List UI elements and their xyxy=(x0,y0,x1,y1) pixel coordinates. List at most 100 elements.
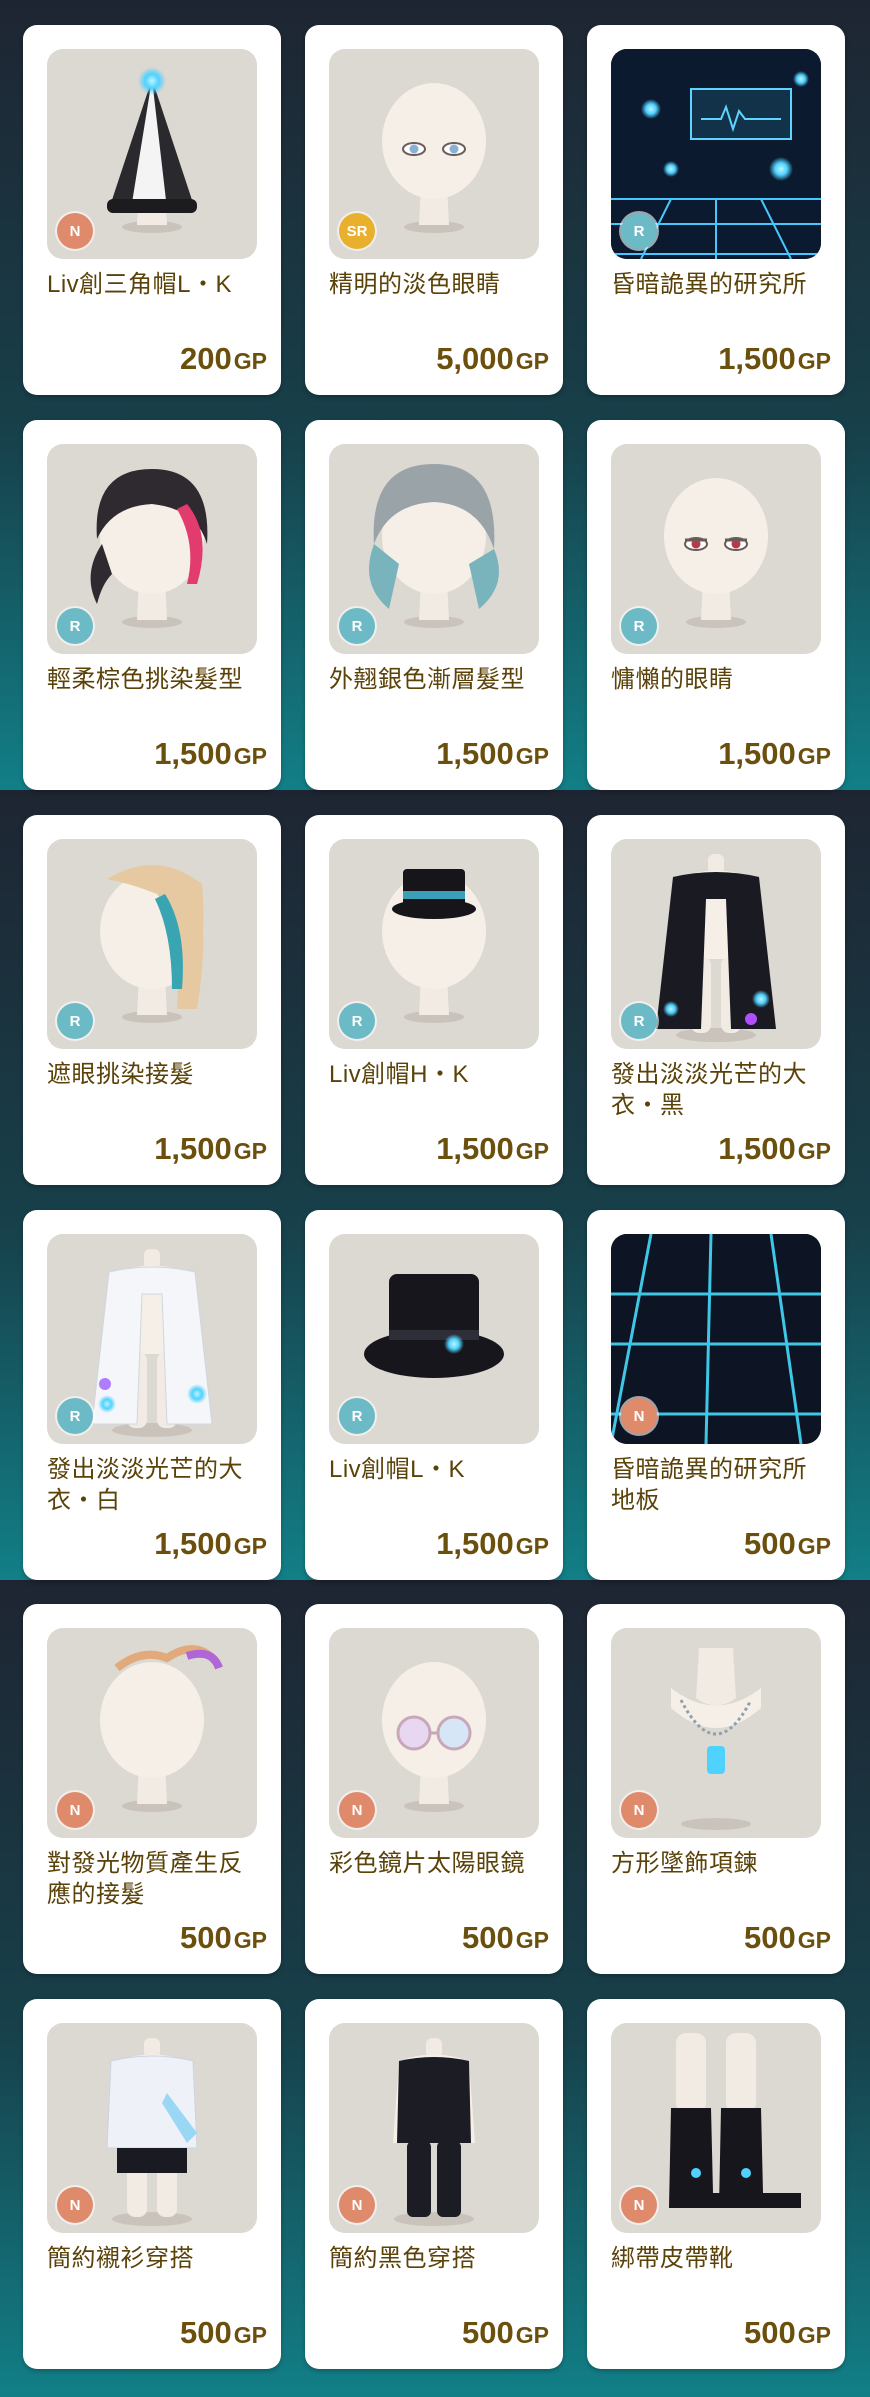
price-unit: GP xyxy=(233,2322,267,2348)
price-value: 500 xyxy=(462,1920,514,1955)
rarity-badge: N xyxy=(57,1792,93,1828)
shop-item-card[interactable]: N 對發光物質產生反應的接髮 500 GP xyxy=(23,1604,281,1974)
shop-item-card[interactable]: N 彩色鏡片太陽眼鏡 500 GP xyxy=(305,1604,563,1974)
item-thumbnail: SR xyxy=(329,49,539,259)
price-unit: GP xyxy=(515,1138,549,1164)
shop-item-card[interactable]: R 昏暗詭異的研究所 1,500 GP xyxy=(587,25,845,395)
item-price: 1,500 GP xyxy=(436,736,549,772)
item-thumbnail: R xyxy=(611,444,821,654)
item-price: 1,500 GP xyxy=(718,736,831,772)
shop-item-card[interactable]: N 綁帶皮帶靴 500 GP xyxy=(587,1999,845,2369)
item-price: 1,500 GP xyxy=(436,1131,549,1167)
price-unit: GP xyxy=(797,1927,831,1953)
shop-item-card[interactable]: R 遮眼挑染接髮 1,500 GP xyxy=(23,815,281,1185)
price-value: 500 xyxy=(744,1920,796,1955)
price-value: 1,500 xyxy=(154,1131,232,1166)
item-price: 1,500 GP xyxy=(154,1526,267,1562)
shop-item-card[interactable]: SR 精明的淡色眼睛 5,000 GP xyxy=(305,25,563,395)
item-name: 輕柔棕色挑染髮型 xyxy=(47,666,243,693)
item-thumbnail: N xyxy=(47,49,257,259)
price-unit: GP xyxy=(515,348,549,374)
shop-item-card[interactable]: R Liv創帽L・K 1,500 GP xyxy=(305,1210,563,1580)
price-value: 5,000 xyxy=(436,341,514,376)
price-value: 500 xyxy=(462,2315,514,2350)
shop-item-card[interactable]: N 簡約襯衫穿搭 500 GP xyxy=(23,1999,281,2369)
item-price: 200 GP xyxy=(180,341,267,377)
item-price: 500 GP xyxy=(744,2315,831,2351)
price-value: 500 xyxy=(180,1920,232,1955)
item-name: 簡約襯衫穿搭 xyxy=(47,2245,194,2272)
shop-item-card[interactable]: R 輕柔棕色挑染髮型 1,500 GP xyxy=(23,420,281,790)
price-unit: GP xyxy=(515,1927,549,1953)
item-name: 簡約黑色穿搭 xyxy=(329,2245,476,2272)
rarity-badge: R xyxy=(621,213,657,249)
shop-item-card[interactable]: R 外翹銀色漸層髮型 1,500 GP xyxy=(305,420,563,790)
item-name: 外翹銀色漸層髮型 xyxy=(329,666,525,693)
rarity-badge: R xyxy=(621,608,657,644)
price-value: 1,500 xyxy=(718,1131,796,1166)
rarity-badge: N xyxy=(621,2187,657,2223)
price-unit: GP xyxy=(515,2322,549,2348)
item-name: 對發光物質產生反應的接髮 xyxy=(47,1850,243,1908)
price-value: 500 xyxy=(744,1526,796,1561)
item-thumbnail: N xyxy=(611,1628,821,1838)
rarity-badge: N xyxy=(339,1792,375,1828)
rarity-badge: N xyxy=(57,2187,93,2223)
rarity-badge: R xyxy=(57,1003,93,1039)
price-value: 1,500 xyxy=(436,1131,514,1166)
price-unit: GP xyxy=(515,1533,549,1559)
price-unit: GP xyxy=(797,743,831,769)
price-unit: GP xyxy=(233,1138,267,1164)
item-price: 500 GP xyxy=(462,2315,549,2351)
price-value: 1,500 xyxy=(718,736,796,771)
shop-item-card[interactable]: N 方形墜飾項鍊 500 GP xyxy=(587,1604,845,1974)
price-unit: GP xyxy=(233,1927,267,1953)
item-price: 1,500 GP xyxy=(154,736,267,772)
item-name: Liv創三角帽L・K xyxy=(47,271,233,298)
price-value: 500 xyxy=(180,2315,232,2350)
item-price: 500 GP xyxy=(744,1920,831,1956)
price-unit: GP xyxy=(797,1533,831,1559)
item-name: 方形墜飾項鍊 xyxy=(611,1850,758,1877)
price-value: 1,500 xyxy=(718,341,796,376)
item-price: 500 GP xyxy=(180,2315,267,2351)
item-thumbnail: R xyxy=(47,839,257,1049)
item-name: 遮眼挑染接髮 xyxy=(47,1061,194,1088)
item-thumbnail: R xyxy=(329,839,539,1049)
rarity-badge: R xyxy=(339,1398,375,1434)
shop-item-card[interactable]: R 發出淡淡光芒的大衣・黑 1,500 GP xyxy=(587,815,845,1185)
rarity-badge: N xyxy=(621,1398,657,1434)
item-price: 1,500 GP xyxy=(718,341,831,377)
item-thumbnail: R xyxy=(47,444,257,654)
item-name: 慵懶的眼睛 xyxy=(611,666,734,693)
item-thumbnail: N xyxy=(611,1234,821,1444)
item-thumbnail: N xyxy=(47,2023,257,2233)
item-price: 1,500 GP xyxy=(436,1526,549,1562)
item-thumbnail: R xyxy=(611,49,821,259)
shop-item-card[interactable]: R Liv創帽H・K 1,500 GP xyxy=(305,815,563,1185)
rarity-badge: R xyxy=(339,1003,375,1039)
price-value: 1,500 xyxy=(154,1526,232,1561)
rarity-badge: R xyxy=(621,1003,657,1039)
rarity-badge: N xyxy=(339,2187,375,2223)
shop-item-card[interactable]: R 慵懶的眼睛 1,500 GP xyxy=(587,420,845,790)
rarity-badge: R xyxy=(57,608,93,644)
price-unit: GP xyxy=(797,348,831,374)
rarity-badge: N xyxy=(621,1792,657,1828)
price-unit: GP xyxy=(515,743,549,769)
shop-item-card[interactable]: N Liv創三角帽L・K 200 GP xyxy=(23,25,281,395)
item-thumbnail: R xyxy=(611,839,821,1049)
rarity-badge: R xyxy=(57,1398,93,1434)
price-unit: GP xyxy=(233,348,267,374)
item-price: 500 GP xyxy=(180,1920,267,1956)
price-value: 1,500 xyxy=(154,736,232,771)
shop-item-card[interactable]: N 簡約黑色穿搭 500 GP xyxy=(305,1999,563,2369)
item-thumbnail: N xyxy=(47,1628,257,1838)
price-value: 1,500 xyxy=(436,1526,514,1561)
item-thumbnail: R xyxy=(329,1234,539,1444)
item-thumbnail: N xyxy=(329,1628,539,1838)
shop-item-card[interactable]: N 昏暗詭異的研究所地板 500 GP xyxy=(587,1210,845,1580)
item-price: 500 GP xyxy=(744,1526,831,1562)
item-thumbnail: N xyxy=(611,2023,821,2233)
shop-item-card[interactable]: R 發出淡淡光芒的大衣・白 1,500 GP xyxy=(23,1210,281,1580)
